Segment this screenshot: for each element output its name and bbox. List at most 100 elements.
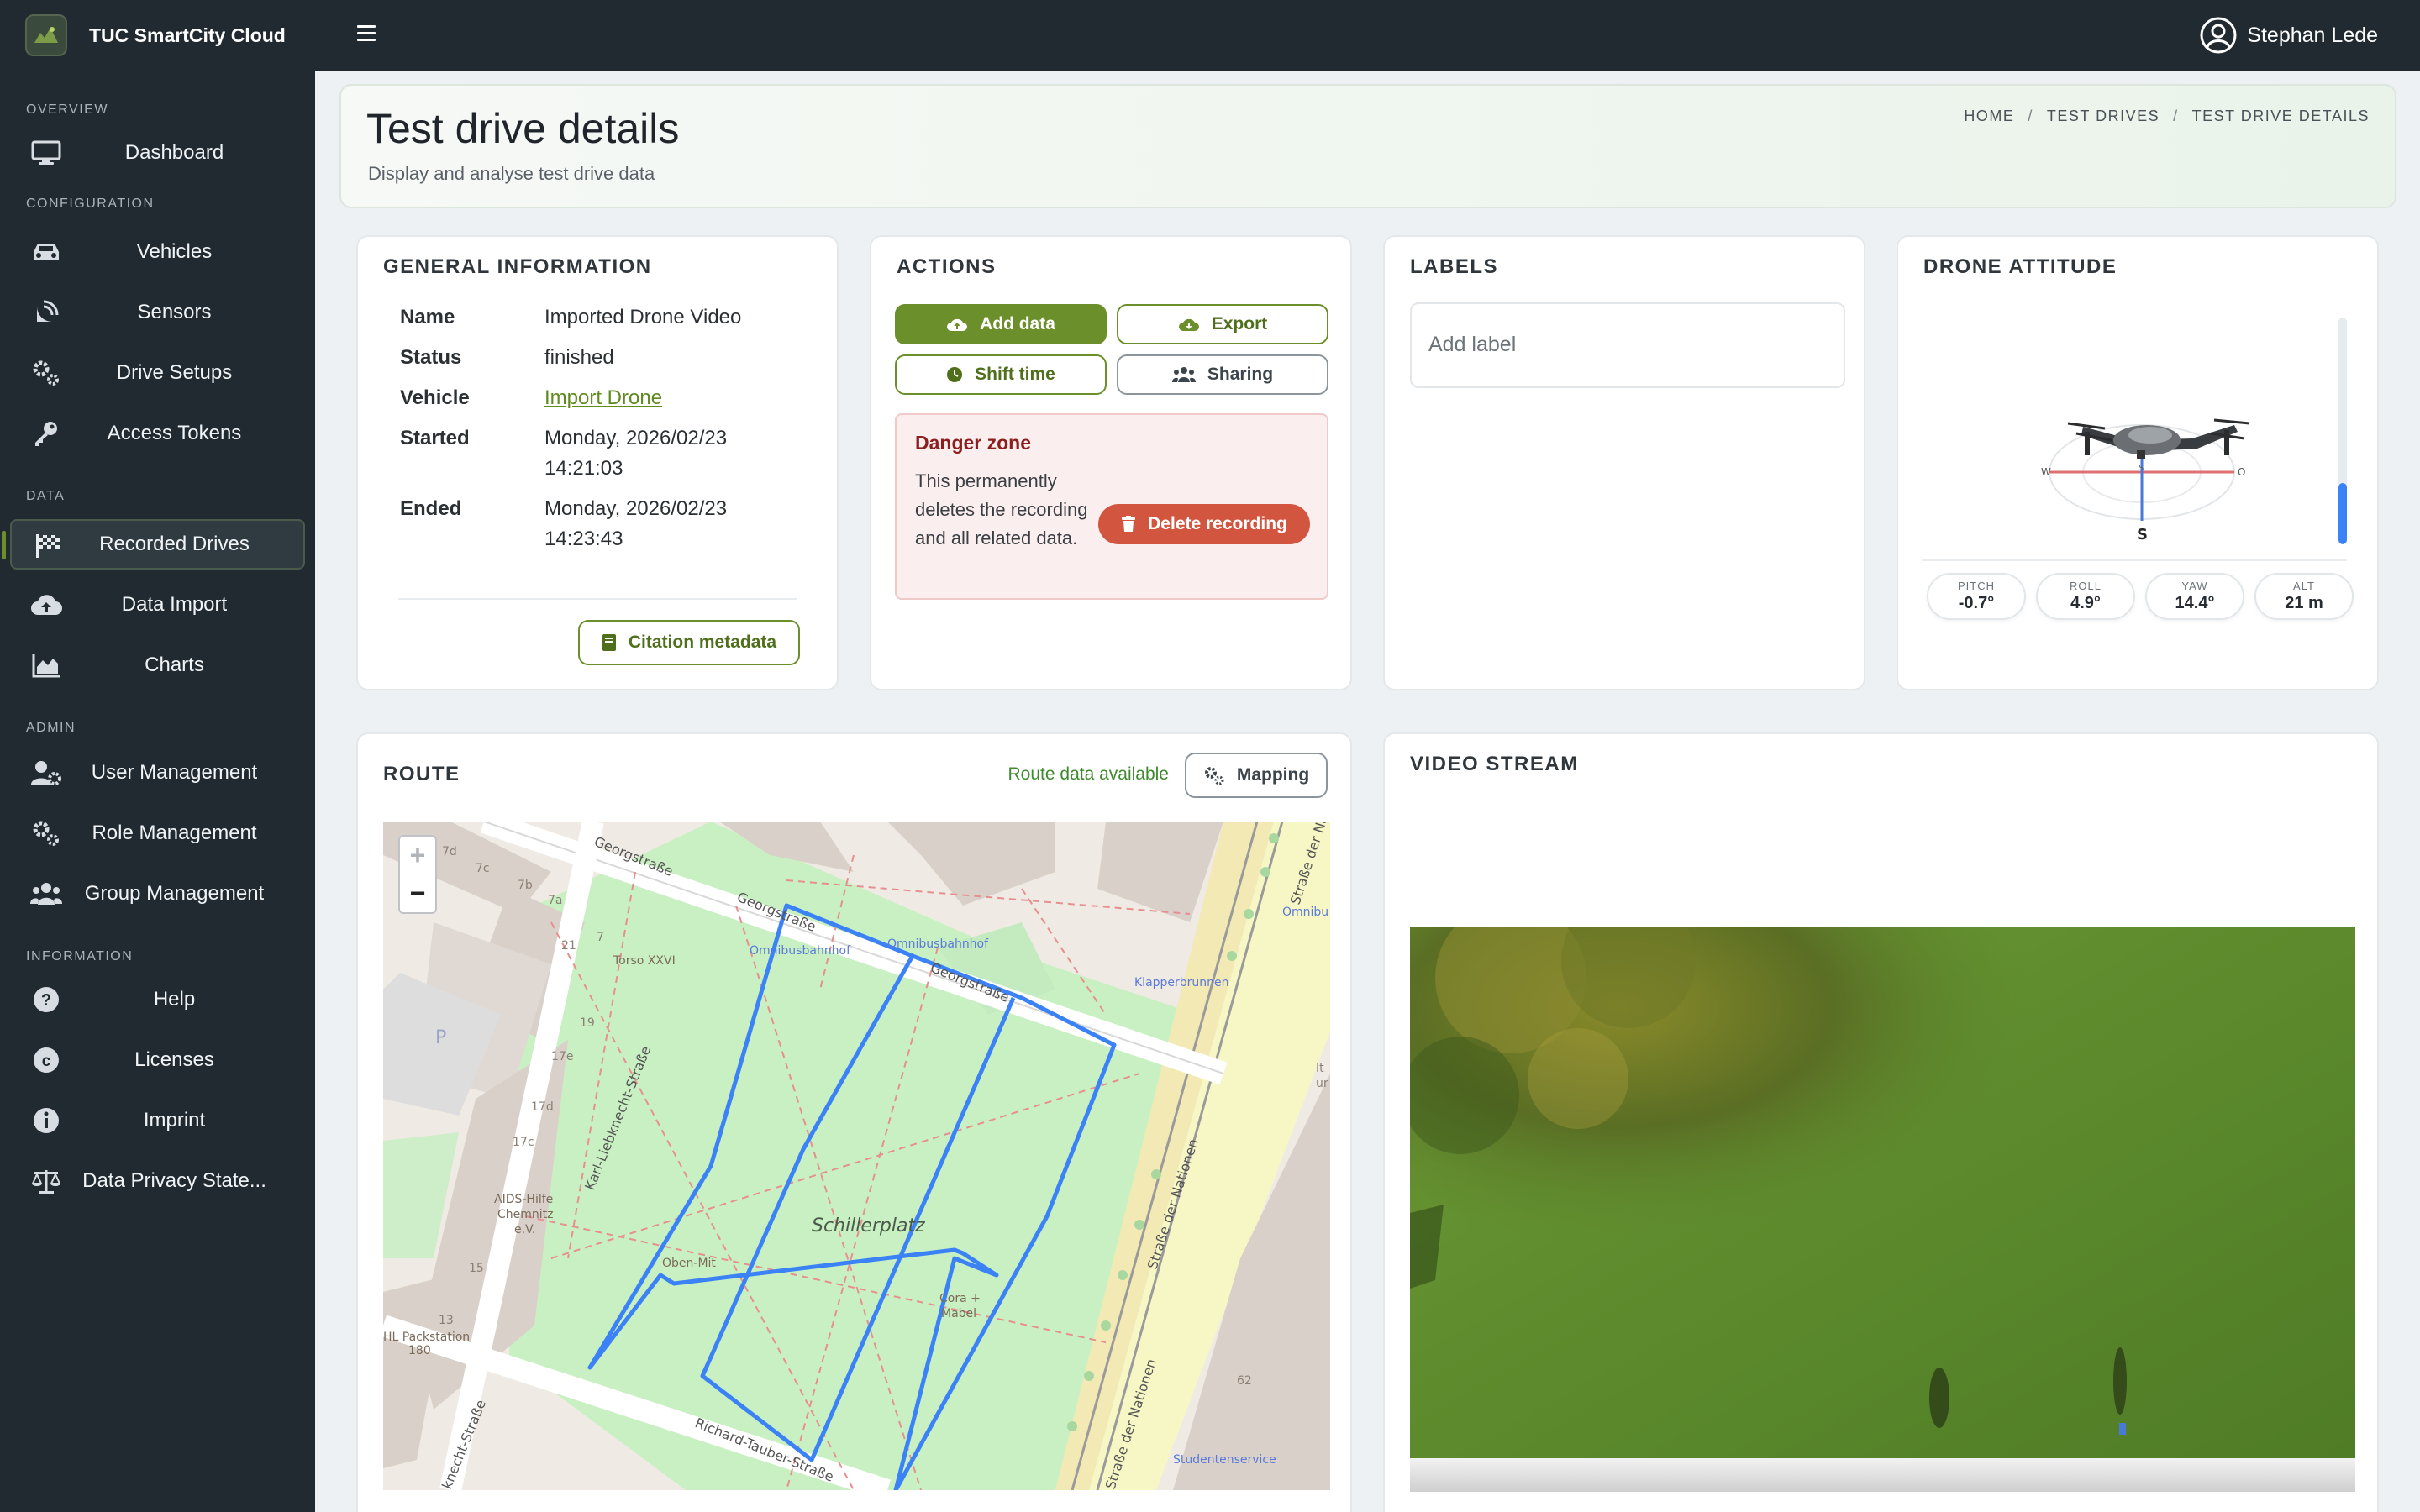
video-stream-card: VIDEO STREAM [1383,732,2379,1512]
citation-metadata-button[interactable]: Citation metadata [578,620,800,665]
info-circle-icon [30,1107,62,1134]
topbar: Stephan Lede [315,0,2420,71]
map-label: 62 [1237,1374,1252,1388]
menu-toggle-icon[interactable] [357,25,376,44]
map-label: P [435,1027,446,1048]
readout-value: -0.7° [1958,594,1995,612]
breadcrumb-test-drives[interactable]: TEST DRIVES [2047,108,2160,124]
sidebar-item-help[interactable]: ? Help [0,974,315,1025]
nav-section-configuration: CONFIGURATION [26,197,155,211]
monitor-icon [30,139,62,166]
sidebar-item-data-import[interactable]: Data Import [0,580,315,630]
altitude-readout: ALT 21 m [2254,573,2354,620]
info-key: Vehicle [400,386,470,409]
info-row-started: Started Monday, 2026/02/23 14:21:03 [400,423,797,484]
map-label: Klapperbrunnen [1134,976,1229,990]
started-date: Monday, 2026/02/23 [544,427,728,449]
map-label: Studentenservice [1173,1453,1276,1467]
svg-text:?: ? [41,991,51,1010]
card-title: LABELS [1410,255,1498,278]
export-button[interactable]: Export [1117,304,1328,344]
nav-section-admin: ADMIN [26,721,76,735]
map-label: 180 [408,1344,431,1357]
sidebar-item-drive-setups[interactable]: Drive Setups [0,348,315,398]
cloud-download-icon [1178,316,1200,333]
video-controls-bar[interactable] [1410,1458,2355,1492]
readout-label: YAW [2181,580,2208,592]
map-label: ur [1316,1077,1328,1090]
sidebar-item-role-management[interactable]: Role Management [0,808,315,858]
danger-zone-title: Danger zone [915,432,1032,454]
sidebar-item-group-management[interactable]: Group Management [0,869,315,919]
actions-card: ACTIONS Add data Export Shift time Shari… [870,235,1352,690]
readout-label: PITCH [1958,580,1995,592]
clock-icon [946,366,963,383]
book-icon [602,633,617,652]
video-player[interactable] [1410,927,2355,1458]
map-label: Omnibusbahnhof [887,937,989,951]
add-label-input[interactable]: Add label [1410,302,1845,388]
sidebar-item-access-tokens[interactable]: Access Tokens [0,408,315,459]
readout-label: ALT [2293,580,2315,592]
compass-south-small: S [2139,464,2144,473]
vehicle-link[interactable]: Import Drone [544,383,797,413]
brand[interactable]: TUC SmartCity Cloud [0,0,315,71]
map-label: 15 [469,1262,484,1275]
compass-west: W [2041,466,2051,478]
map-label: 19 [580,1016,595,1030]
readout-value: 21 m [2285,594,2323,612]
sidebar-item-vehicles[interactable]: Vehicles [0,227,315,277]
info-table: Name Imported Drone Video Status finishe… [400,302,797,568]
cloud-upload-icon [30,591,62,618]
card-title: DRONE ATTITUDE [1923,255,2118,278]
drone-attitude-card: DRONE ATTITUDE W O S S PITCH -0.7° ROLL 4.… [1897,235,2379,690]
breadcrumb-current: TEST DRIVE DETAILS [2191,108,2370,124]
zoom-in-button[interactable]: + [400,837,435,874]
add-data-button[interactable]: Add data [895,304,1107,344]
sidebar-item-dashboard[interactable]: Dashboard [0,128,315,178]
page-subtitle: Display and analyse test drive data [368,163,655,184]
danger-zone-text: This permanently deletes the recording a… [915,470,1088,549]
sidebar-item-user-management[interactable]: User Management [0,748,315,798]
breadcrumb-home[interactable]: HOME [1964,108,2014,124]
nav-section-data: DATA [26,489,66,503]
sidebar-item-charts[interactable]: Charts [0,640,315,690]
breadcrumb: HOME / TEST DRIVES / TEST DRIVE DETAILS [1964,108,2370,124]
map-label: Torso XXVI [613,954,676,968]
card-title: VIDEO STREAM [1410,753,1579,775]
route-map[interactable]: Georgstraße Georgstraße Georgstraße Karl… [383,822,1330,1490]
checkered-flag-icon [32,533,64,559]
sidebar-item-recorded-drives[interactable]: Recorded Drives [2,519,305,570]
map-label: 7a [548,894,563,907]
user-menu[interactable]: Stephan Lede [2200,17,2378,54]
map-label: Oben-Mit [662,1257,716,1270]
ended-date: Monday, 2026/02/23 [544,497,728,520]
yaw-readout: YAW 14.4° [2145,573,2244,620]
map-tiles: Georgstraße Georgstraße Georgstraße Karl… [383,822,1330,1490]
ended-time: 14:23:43 [544,528,623,550]
sidebar-item-licenses[interactable]: c Licenses [0,1035,315,1085]
map-label: AIDS-Hilfe [494,1193,553,1206]
altitude-bar [2338,318,2347,544]
button-label: Mapping [1236,765,1310,785]
delete-recording-button[interactable]: Delete recording [1098,504,1310,544]
button-label: Citation metadata [628,633,777,652]
sharing-button[interactable]: Sharing [1117,354,1328,395]
app-logo-icon [25,14,67,56]
map-label: Omnibu [1282,906,1328,919]
roll-readout: ROLL 4.9° [2036,573,2135,620]
sidebar-item-data-privacy[interactable]: Data Privacy State... [0,1156,315,1206]
info-value: Imported Drone Video [544,306,742,328]
sidebar-item-sensors[interactable]: Sensors [0,287,315,338]
mapping-button[interactable]: Mapping [1185,753,1328,798]
users-icon [1171,366,1196,383]
user-cog-icon [30,759,62,786]
shift-time-button[interactable]: Shift time [895,354,1107,395]
zoom-out-button[interactable]: − [400,874,435,912]
button-label: Add data [980,314,1055,333]
sidebar-item-imprint[interactable]: Imprint [0,1095,315,1146]
page-title: Test drive details [366,105,680,152]
card-title: ACTIONS [897,255,997,278]
map-label: 7b [518,879,533,892]
map-label: e.V. [514,1223,535,1236]
